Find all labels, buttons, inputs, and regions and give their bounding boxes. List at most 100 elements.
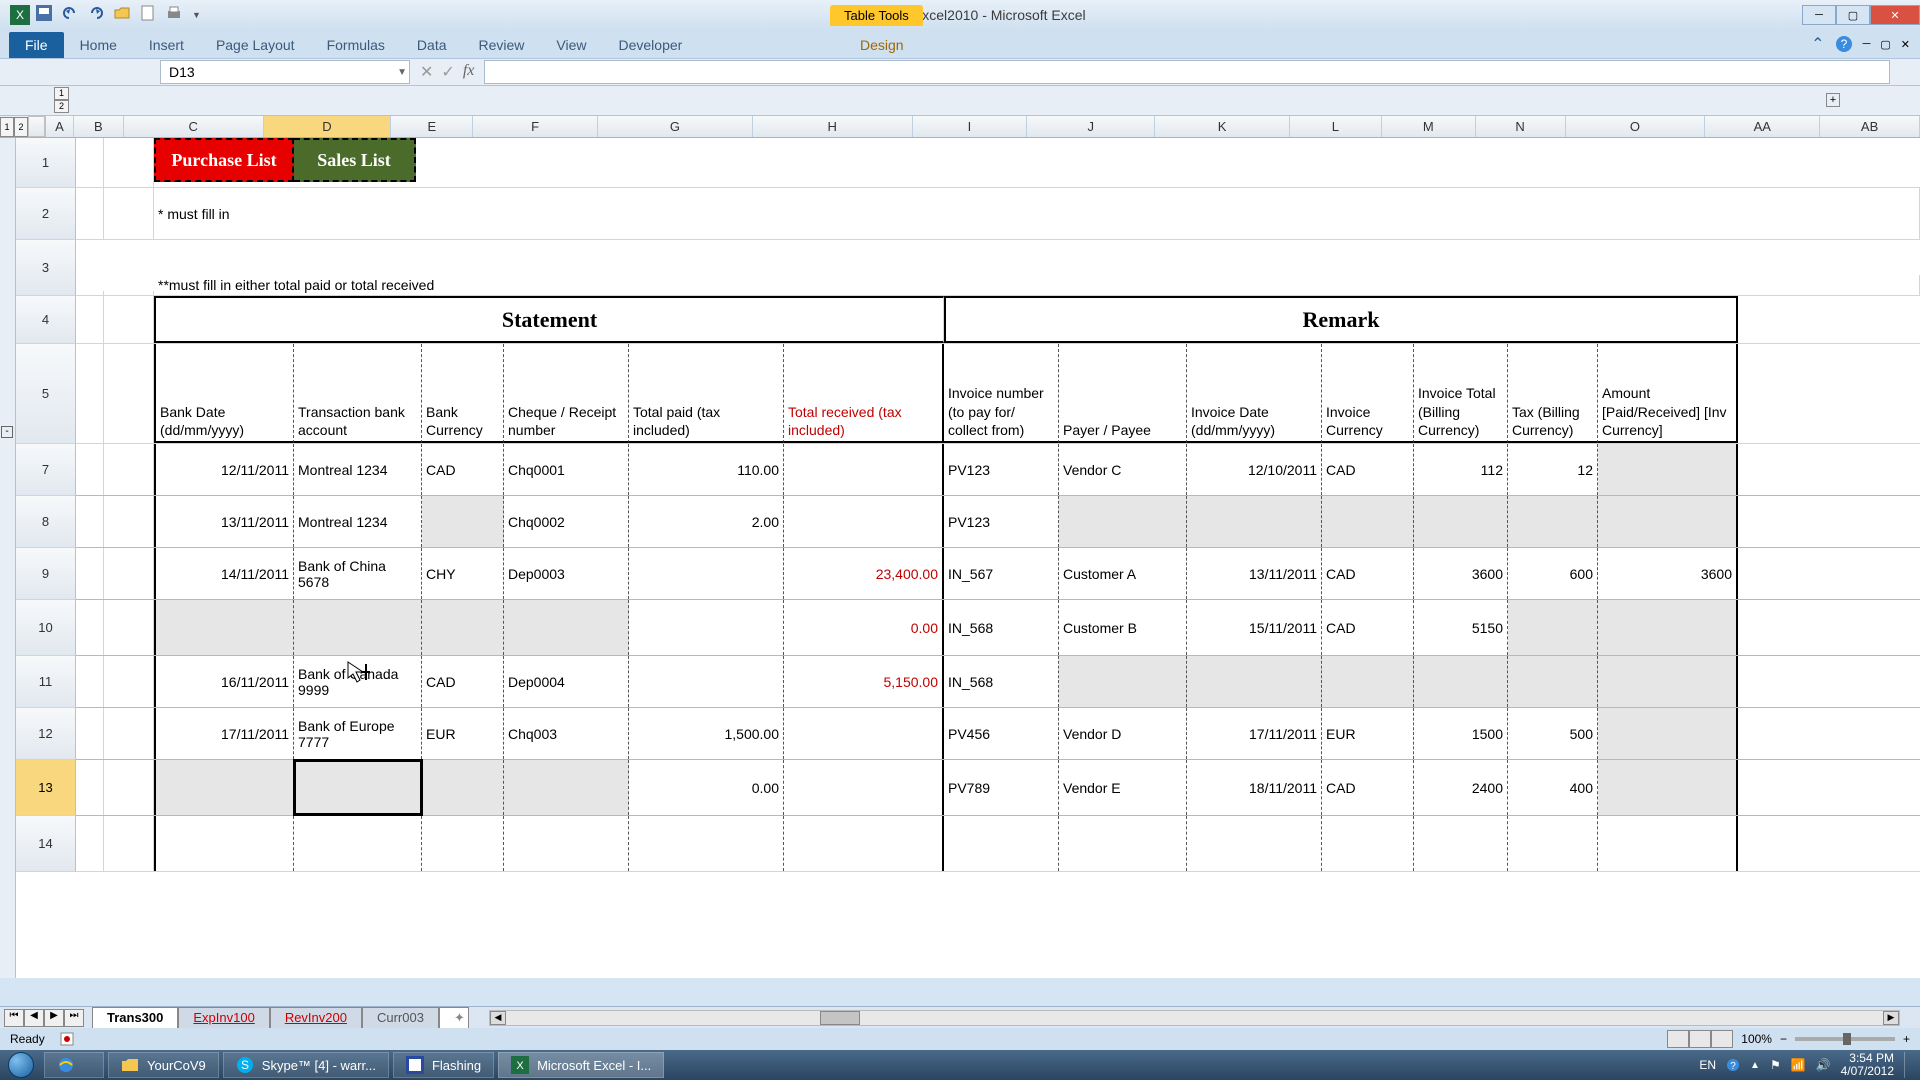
cell[interactable] xyxy=(104,188,154,239)
sheet-nav-next[interactable]: ▶ xyxy=(44,1009,64,1027)
cell-recv[interactable] xyxy=(784,496,944,547)
cell-acc[interactable]: Bank of Europe 7777 xyxy=(294,708,422,759)
cell[interactable] xyxy=(76,600,104,655)
task-flashing[interactable]: Flashing xyxy=(393,1052,494,1078)
cell-chq[interactable] xyxy=(504,600,629,655)
row-header-5[interactable]: 5 xyxy=(16,344,76,444)
cell-date[interactable] xyxy=(154,600,294,655)
row-header-4[interactable]: 4 xyxy=(16,296,76,344)
start-button[interactable] xyxy=(0,1050,42,1080)
sheet-tab-trans300[interactable]: Trans300 xyxy=(92,1007,178,1028)
cell-paid[interactable]: 110.00 xyxy=(629,444,784,495)
cell-curr[interactable] xyxy=(422,600,504,655)
cell[interactable] xyxy=(104,138,154,187)
cell-inv[interactable]: IN_568 xyxy=(944,656,1059,707)
cell-inv[interactable]: IN_567 xyxy=(944,548,1059,599)
cell-date[interactable]: 16/11/2011 xyxy=(154,656,294,707)
workbook-close-icon[interactable]: ✕ xyxy=(1901,38,1910,51)
cell[interactable] xyxy=(422,816,504,871)
cell-date[interactable]: 17/11/2011 xyxy=(154,708,294,759)
tab-formulas[interactable]: Formulas xyxy=(311,32,401,58)
row-outline-2[interactable]: 2 xyxy=(14,117,28,137)
sheet-tab-revinv200[interactable]: RevInv200 xyxy=(270,1007,362,1028)
col-header-K[interactable]: K xyxy=(1155,116,1290,137)
close-button[interactable]: ✕ xyxy=(1870,5,1920,25)
cell-recv[interactable]: 0.00 xyxy=(784,600,944,655)
action-center-icon[interactable]: ⚑ xyxy=(1770,1058,1781,1072)
tab-design[interactable]: Design xyxy=(844,32,920,58)
sheet-tab-curr003[interactable]: Curr003 xyxy=(362,1007,439,1028)
cell-chq[interactable]: Chq003 xyxy=(504,708,629,759)
cell[interactable] xyxy=(104,296,154,343)
row-header-7[interactable]: 7 xyxy=(16,444,76,496)
cell-amt[interactable]: 3600 xyxy=(1598,548,1738,599)
cell-paid[interactable]: 1,500.00 xyxy=(629,708,784,759)
row-outline-1[interactable]: 1 xyxy=(0,117,14,137)
cell-acc[interactable]: Montreal 1234 xyxy=(294,496,422,547)
cell-curr[interactable]: EUR xyxy=(422,708,504,759)
cell-tax[interactable]: 500 xyxy=(1508,708,1598,759)
cell-amt[interactable] xyxy=(1598,444,1738,495)
help-tray-icon[interactable]: ? xyxy=(1726,1058,1740,1072)
cell[interactable] xyxy=(629,816,784,871)
col-header-AB[interactable]: AB xyxy=(1820,116,1920,137)
task-ie[interactable] xyxy=(44,1052,104,1078)
scroll-right-icon[interactable]: ▶ xyxy=(1883,1011,1899,1025)
col-header-G[interactable]: G xyxy=(598,116,753,137)
zoom-out-icon[interactable]: − xyxy=(1780,1032,1787,1046)
cell[interactable] xyxy=(104,444,154,495)
cell-paid[interactable] xyxy=(629,600,784,655)
col-header-AA[interactable]: AA xyxy=(1705,116,1820,137)
cell[interactable] xyxy=(104,548,154,599)
cell-payee[interactable]: Customer A xyxy=(1059,548,1187,599)
task-explorer[interactable]: YourCoV9 xyxy=(108,1052,219,1078)
cell-date[interactable]: 12/11/2011 xyxy=(154,444,294,495)
cell-icurr[interactable] xyxy=(1322,656,1414,707)
new-icon[interactable] xyxy=(140,5,160,25)
cell[interactable] xyxy=(76,188,104,239)
hdr-bank-curr[interactable]: Bank Currency xyxy=(422,344,504,443)
cell[interactable] xyxy=(76,138,104,187)
cell-chq[interactable] xyxy=(504,760,629,815)
col-header-L[interactable]: L xyxy=(1290,116,1382,137)
cell-recv[interactable] xyxy=(784,708,944,759)
tab-page-layout[interactable]: Page Layout xyxy=(200,32,311,58)
volume-icon[interactable]: 🔊 xyxy=(1816,1058,1831,1072)
network-icon[interactable]: 📶 xyxy=(1791,1058,1806,1072)
cell-acc[interactable]: Montreal 1234 xyxy=(294,444,422,495)
col-header-E[interactable]: E xyxy=(391,116,473,137)
task-excel[interactable]: X Microsoft Excel - I... xyxy=(498,1052,664,1078)
cell[interactable] xyxy=(1059,816,1187,871)
cell[interactable] xyxy=(104,600,154,655)
cell-icurr[interactable] xyxy=(1322,496,1414,547)
scroll-thumb[interactable] xyxy=(820,1011,860,1025)
qat-dropdown-icon[interactable]: ▼ xyxy=(192,10,201,20)
cell-tax[interactable]: 400 xyxy=(1508,760,1598,815)
view-page-break-button[interactable] xyxy=(1711,1030,1733,1048)
zoom-slider[interactable] xyxy=(1795,1037,1895,1041)
cell-itotal[interactable]: 2400 xyxy=(1414,760,1508,815)
cell[interactable] xyxy=(104,291,154,295)
col-header-F[interactable]: F xyxy=(473,116,598,137)
cell-date[interactable] xyxy=(154,760,294,815)
row-header-10[interactable]: 10 xyxy=(16,600,76,656)
new-sheet-button[interactable]: ✦ xyxy=(439,1007,469,1028)
cell-payee[interactable] xyxy=(1059,656,1187,707)
cell[interactable] xyxy=(76,656,104,707)
cell-tax[interactable] xyxy=(1508,656,1598,707)
zoom-level[interactable]: 100% xyxy=(1741,1032,1772,1046)
cell-tax[interactable]: 600 xyxy=(1508,548,1598,599)
cell[interactable] xyxy=(76,760,104,815)
cell-amt[interactable] xyxy=(1598,600,1738,655)
redo-icon[interactable] xyxy=(88,5,108,25)
outline-level-2[interactable]: 2 xyxy=(54,100,69,113)
col-header-J[interactable]: J xyxy=(1027,116,1155,137)
cell-recv[interactable] xyxy=(784,760,944,815)
cell[interactable] xyxy=(1508,816,1598,871)
ribbon-minimize-icon[interactable]: ⌃ xyxy=(1811,34,1824,54)
cell-curr[interactable]: CAD xyxy=(422,444,504,495)
row-header-12[interactable]: 12 xyxy=(16,708,76,760)
cell-recv[interactable] xyxy=(784,444,944,495)
cell-icurr[interactable]: CAD xyxy=(1322,760,1414,815)
hdr-amount[interactable]: Amount [Paid/Received] [Inv Currency] xyxy=(1598,344,1738,443)
